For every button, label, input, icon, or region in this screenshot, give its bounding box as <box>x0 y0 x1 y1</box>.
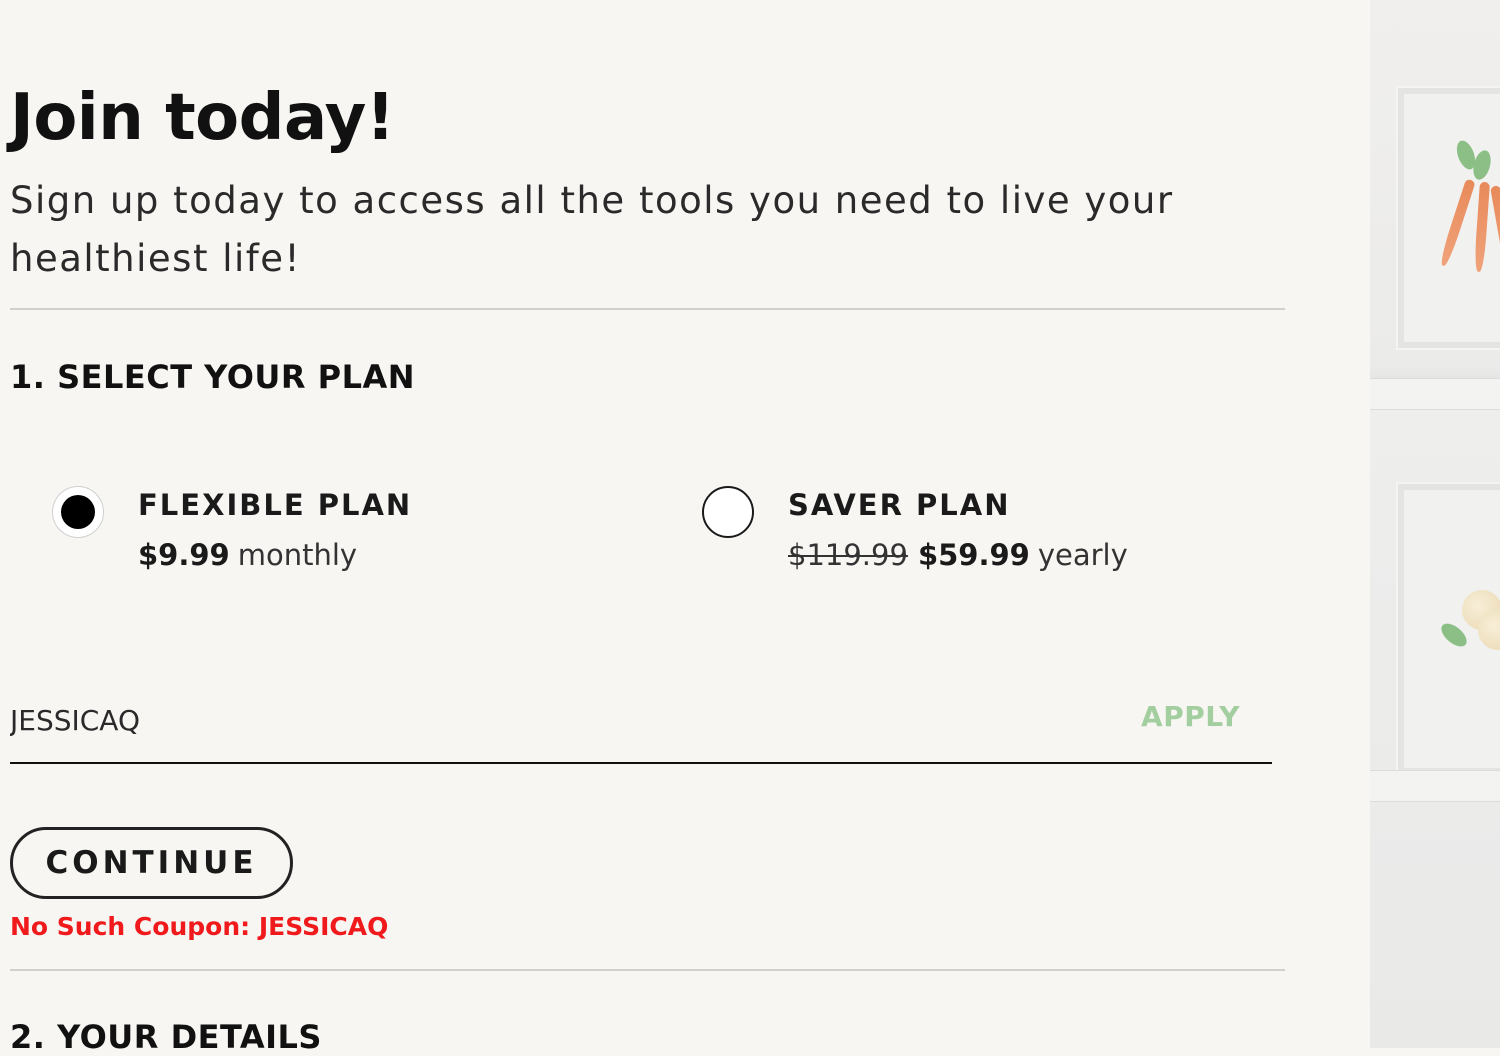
saver-plan-period: yearly <box>1037 538 1128 572</box>
coupon-input[interactable] <box>10 696 1010 744</box>
shelf <box>1370 770 1500 802</box>
decorative-food-photo <box>1370 0 1500 1048</box>
flexible-plan-radio[interactable] <box>52 486 104 538</box>
radio-selected-dot <box>61 495 95 529</box>
section-divider <box>10 308 1285 310</box>
section-divider <box>10 969 1285 971</box>
continue-button[interactable]: CONTINUE <box>10 827 293 899</box>
signup-form-panel: Join today! Sign up today to access all … <box>0 0 1370 1056</box>
saver-plan-price: $119.99 $59.99 yearly <box>788 538 1128 572</box>
flexible-plan-amount: $9.99 <box>138 538 230 572</box>
flexible-plan-period: monthly <box>237 538 358 572</box>
saver-plan-amount: $59.99 <box>917 538 1030 572</box>
coupon-field-row: APPLY <box>10 690 1272 764</box>
page-title: Join today! <box>10 81 395 155</box>
saver-plan-name: SAVER PLAN <box>788 488 1011 522</box>
select-plan-heading: 1. SELECT YOUR PLAN <box>10 358 416 396</box>
coupon-error-message: No Such Coupon: JESSICAQ <box>10 912 389 941</box>
saver-plan-radio[interactable] <box>702 486 754 538</box>
flexible-plan-name: FLEXIBLE PLAN <box>138 488 413 522</box>
flexible-plan-price: $9.99 monthly <box>138 538 357 572</box>
shelf <box>1370 378 1500 410</box>
apply-coupon-button[interactable]: APPLY <box>1141 700 1240 733</box>
saver-plan-old-price: $119.99 <box>788 538 908 572</box>
saver-plan-option[interactable]: SAVER PLAN $119.99 $59.99 yearly <box>700 480 1300 590</box>
page-subtitle: Sign up today to access all the tools yo… <box>10 179 1174 280</box>
your-details-heading: 2. YOUR DETAILS <box>10 1018 322 1056</box>
flexible-plan-option[interactable]: FLEXIBLE PLAN $9.99 monthly <box>50 480 650 590</box>
